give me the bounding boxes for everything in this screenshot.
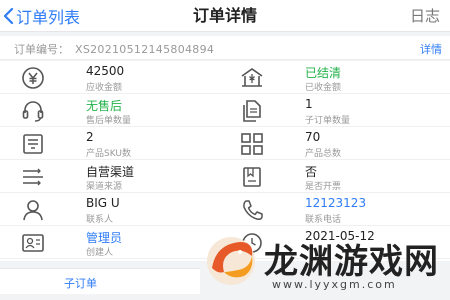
- suborder-count-cell[interactable]: 1 子订单数量: [225, 94, 450, 127]
- receivable-amount-cell: 42500 应收金额: [0, 61, 225, 94]
- receivable-amount-label: 应收金额: [86, 83, 123, 93]
- contact-name-label: 联系人: [86, 215, 114, 225]
- invoice-status-label: 是否开票: [305, 182, 342, 192]
- chevron-left-icon: [3, 7, 14, 25]
- invoice-status: 否: [305, 165, 318, 179]
- phone-cell[interactable]: 12123123 联系电话: [225, 193, 450, 226]
- after-sales-status: 无售后: [86, 99, 123, 113]
- yen-icon: [22, 67, 44, 89]
- info-row: 管理员 创建人 2021-05-12: [0, 226, 450, 259]
- info-row: 2 产品SKU数 70 产品总数: [0, 127, 450, 160]
- product-total: 70: [305, 130, 321, 144]
- contact-phone[interactable]: 12123123: [305, 196, 366, 210]
- channel-lines-icon: [23, 168, 43, 186]
- suborder-count: 1: [305, 97, 313, 111]
- sku-count-cell: 2 产品SKU数: [0, 127, 225, 160]
- contact-cell: BIG U 联系人: [0, 193, 225, 226]
- channel-source: 自营渠道: [86, 165, 135, 179]
- sku-count-label: 产品SKU数: [86, 149, 131, 159]
- creator-name[interactable]: 管理员: [86, 229, 122, 246]
- sku-count: 2: [86, 130, 94, 144]
- creator-label: 创建人: [86, 248, 114, 258]
- log-button[interactable]: 日志: [410, 0, 440, 32]
- watermark-url: www.lyyxgm.com: [272, 278, 397, 291]
- product-total-label: 产品总数: [305, 149, 342, 159]
- order-number-value: XS20210512145804894: [75, 43, 215, 56]
- order-number: 订单编号： XS20210512145804894: [14, 41, 214, 57]
- order-number-bar: 订单编号： XS20210512145804894 详情: [0, 36, 450, 60]
- channel-cell: 自营渠道 渠道来源: [0, 160, 225, 193]
- id-card-icon: [22, 234, 44, 252]
- clock-icon: [242, 233, 262, 253]
- headset-icon: [22, 101, 44, 122]
- info-row: BIG U 联系人 12123123 联系电话: [0, 193, 450, 226]
- detail-link[interactable]: 详情: [420, 41, 442, 57]
- documents-icon: [243, 100, 261, 122]
- received-amount-cell: 已结清 已收金额: [225, 61, 450, 94]
- after-sales-cell[interactable]: 无售后 售后单数量: [0, 94, 225, 127]
- create-time: 2021-05-12: [305, 229, 375, 243]
- contact-phone-label: 联系电话: [305, 215, 342, 225]
- after-sales-label: 售后单数量: [86, 116, 132, 126]
- info-row: 自营渠道 渠道来源 否 是否开票: [0, 160, 450, 193]
- back-button[interactable]: 订单列表: [0, 0, 80, 32]
- receivable-amount: 42500: [86, 64, 125, 78]
- person-icon: [23, 200, 43, 221]
- info-row: 42500 应收金额 已结清 已收金额: [0, 61, 450, 94]
- received-amount-label: 已收金额: [305, 83, 342, 93]
- create-time-cell: 2021-05-12: [225, 226, 450, 259]
- suborder-tab[interactable]: 子订单: [0, 268, 200, 294]
- suborder-count-label: 子订单数量: [305, 116, 351, 126]
- channel-source-label: 渠道来源: [86, 182, 123, 192]
- invoice-icon: [243, 167, 261, 187]
- order-number-label: 订单编号：: [14, 43, 69, 56]
- creator-cell: 管理员 创建人: [0, 226, 225, 259]
- contact-name: BIG U: [86, 196, 120, 210]
- product-total-cell: 70 产品总数: [225, 127, 450, 160]
- bank-icon: [241, 68, 263, 87]
- received-amount: 已结清: [305, 66, 342, 80]
- invoice-cell: 否 是否开票: [225, 160, 450, 193]
- product-box-icon: [23, 134, 43, 154]
- back-label: 订单列表: [16, 8, 81, 27]
- phone-icon: [243, 200, 263, 220]
- suborder-tab-label: 子订单: [64, 277, 97, 290]
- nav-header: 订单列表 订单详情 日志: [0, 0, 450, 32]
- order-info-grid: 42500 应收金额 已结清 已收金额 无售后 售后单数量 1 子订单数量 2 …: [0, 61, 450, 261]
- grid-icon: [241, 133, 263, 155]
- info-row: 无售后 售后单数量 1 子订单数量: [0, 94, 450, 127]
